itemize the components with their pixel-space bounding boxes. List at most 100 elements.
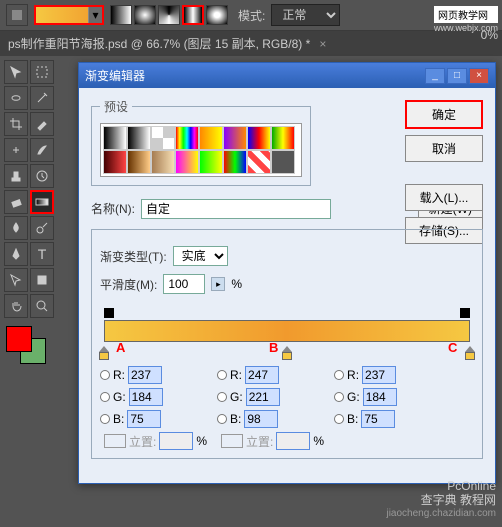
location-input[interactable] — [276, 432, 310, 450]
preset-swatch[interactable] — [103, 150, 127, 174]
rgb-columns: R:G:B:立置:%R:G:B:立置:%R:G:B: — [100, 366, 474, 450]
channel-input[interactable] — [363, 388, 397, 406]
close-icon[interactable]: × — [319, 37, 326, 51]
document-title: ps制作重阳节海报.psd @ 66.7% (图层 15 副本, RGB/8) … — [8, 37, 310, 51]
chevron-down-icon[interactable]: ▾ — [88, 7, 102, 23]
channel-radio[interactable] — [100, 414, 110, 424]
blur-tool-icon[interactable] — [4, 216, 28, 240]
gradient-tool-icon[interactable] — [30, 190, 54, 214]
pen-tool-icon[interactable] — [4, 242, 28, 266]
opacity-stop-right[interactable] — [460, 308, 470, 318]
color-stop[interactable] — [99, 346, 109, 358]
type-tool-icon[interactable]: T — [30, 242, 54, 266]
preset-swatch[interactable] — [103, 126, 127, 150]
crop-tool-icon[interactable] — [4, 112, 28, 136]
preset-grid[interactable] — [100, 123, 302, 177]
stop-label: C — [448, 340, 457, 355]
shape-tool-icon[interactable] — [30, 268, 54, 292]
angle-gradient-button[interactable] — [158, 5, 180, 25]
load-button[interactable]: 载入(L)... — [405, 184, 483, 211]
gradient-type-buttons — [110, 5, 228, 25]
preset-swatch[interactable] — [223, 126, 247, 150]
channel-radio[interactable] — [217, 392, 227, 402]
color-swatches[interactable] — [4, 326, 54, 370]
channel-input[interactable] — [362, 366, 396, 384]
reflected-gradient-button[interactable] — [182, 5, 204, 25]
foreground-color-swatch[interactable] — [6, 326, 32, 352]
cancel-button[interactable]: 取消 — [405, 135, 483, 162]
ok-button[interactable]: 确定 — [405, 100, 483, 129]
channel-input[interactable] — [245, 366, 279, 384]
channel-input[interactable] — [361, 410, 395, 428]
location-input[interactable] — [159, 432, 193, 450]
history-brush-icon[interactable] — [30, 164, 54, 188]
preset-swatch[interactable] — [151, 150, 175, 174]
channel-radio[interactable] — [334, 370, 344, 380]
channel-radio[interactable] — [217, 370, 227, 380]
zoom-tool-icon[interactable] — [30, 294, 54, 318]
color-mini-swatch[interactable] — [221, 434, 243, 448]
gradient-preview-dropdown[interactable]: ▾ — [34, 5, 104, 25]
color-mini-swatch[interactable] — [104, 434, 126, 448]
preset-swatch[interactable] — [127, 126, 151, 150]
radial-gradient-button[interactable] — [134, 5, 156, 25]
linear-gradient-button[interactable] — [110, 5, 132, 25]
preset-swatch[interactable] — [175, 126, 199, 150]
gradient-name-input[interactable] — [141, 199, 331, 219]
channel-input[interactable] — [129, 388, 163, 406]
preset-swatch[interactable] — [271, 150, 295, 174]
stamp-tool-icon[interactable] — [4, 164, 28, 188]
preset-swatch[interactable] — [223, 150, 247, 174]
maximize-button[interactable]: □ — [447, 68, 467, 84]
diamond-gradient-button[interactable] — [206, 5, 228, 25]
channel-radio[interactable] — [100, 392, 110, 402]
gradient-settings-group: 渐变类型(T): 实底 平滑度(M): ▸ % ABC R:G:B:立置:%R:… — [91, 229, 483, 459]
tool-preset-icon[interactable] — [6, 4, 28, 26]
document-tab[interactable]: ps制作重阳节海报.psd @ 66.7% (图层 15 副本, RGB/8) … — [0, 31, 502, 56]
channel-radio[interactable] — [100, 370, 110, 380]
hand-tool-icon[interactable] — [4, 294, 28, 318]
close-button[interactable]: × — [469, 68, 489, 84]
watermark-top: 网页教学网 www.webjx.com 0% — [434, 6, 498, 33]
preset-swatch[interactable] — [127, 150, 151, 174]
color-stop[interactable] — [465, 346, 475, 358]
preset-swatch[interactable] — [151, 126, 175, 150]
channel-input[interactable] — [128, 366, 162, 384]
brush-tool-icon[interactable] — [30, 138, 54, 162]
smoothness-input[interactable] — [163, 274, 205, 294]
blend-mode-select[interactable]: 正常 — [271, 4, 340, 26]
stop-label: A — [116, 340, 125, 355]
smoothness-flyout-icon[interactable]: ▸ — [211, 277, 225, 291]
preset-swatch[interactable] — [247, 126, 271, 150]
lasso-tool-icon[interactable] — [4, 86, 28, 110]
channel-input[interactable] — [244, 410, 278, 428]
dodge-tool-icon[interactable] — [30, 216, 54, 240]
gradient-editor-dialog: 渐变编辑器 _ □ × 预设 确定 取消 载入(L)... 存储(S)... 名… — [78, 62, 496, 484]
marquee-tool-icon[interactable] — [30, 60, 54, 84]
channel-input[interactable] — [127, 410, 161, 428]
channel-radio[interactable] — [334, 392, 344, 402]
opacity-stop-left[interactable] — [104, 308, 114, 318]
move-tool-icon[interactable] — [4, 60, 28, 84]
path-tool-icon[interactable] — [4, 268, 28, 292]
preset-swatch[interactable] — [175, 150, 199, 174]
preset-swatch[interactable] — [247, 150, 271, 174]
wand-tool-icon[interactable] — [30, 86, 54, 110]
color-stop[interactable] — [282, 346, 292, 358]
dialog-titlebar[interactable]: 渐变编辑器 _ □ × — [79, 63, 495, 88]
channel-radio[interactable] — [217, 414, 227, 424]
gradient-bar[interactable]: A B C — [104, 308, 470, 358]
eyedropper-tool-icon[interactable] — [30, 112, 54, 136]
gradient-type-select[interactable]: 实底 — [173, 246, 228, 266]
eraser-tool-icon[interactable] — [4, 190, 28, 214]
stop-label: B — [269, 340, 278, 355]
preset-swatch[interactable] — [199, 150, 223, 174]
dialog-side-buttons: 确定 取消 载入(L)... 存储(S)... — [405, 100, 483, 244]
preset-swatch[interactable] — [271, 126, 295, 150]
healing-tool-icon[interactable] — [4, 138, 28, 162]
minimize-button[interactable]: _ — [425, 68, 445, 84]
channel-radio[interactable] — [334, 414, 344, 424]
presets-group: 预设 — [91, 98, 311, 186]
channel-input[interactable] — [246, 388, 280, 406]
preset-swatch[interactable] — [199, 126, 223, 150]
